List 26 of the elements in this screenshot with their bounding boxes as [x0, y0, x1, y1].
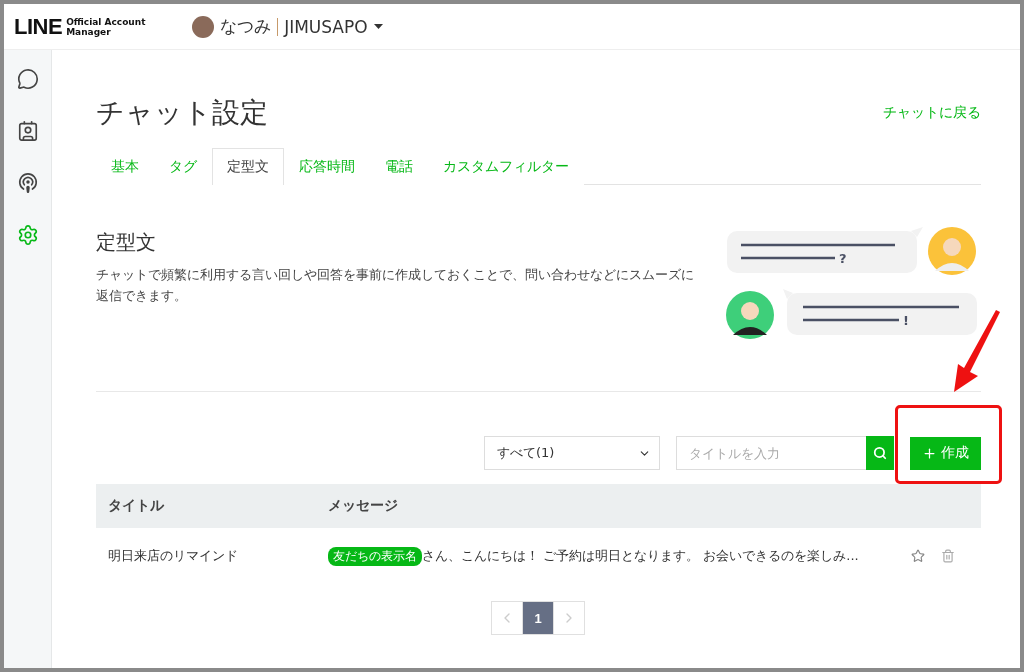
back-link[interactable]: チャットに戻る	[883, 104, 981, 122]
column-header: メッセージ	[327, 497, 399, 515]
logo-subtitle: Official Account Manager	[66, 16, 147, 37]
avatar	[192, 15, 215, 38]
account-id[interactable]: JIMUSAPO	[284, 16, 368, 37]
page-button[interactable]: 1	[522, 601, 554, 635]
page-title: チャット設定	[96, 95, 268, 131]
message-text: さん、こんにちは！ ご予約は明日となります。 お会いできるのを楽しみ...	[422, 547, 859, 565]
logo: LINE	[14, 13, 63, 40]
trash-icon[interactable]	[941, 549, 955, 563]
filter-dropdown[interactable]: すべて(1)	[484, 436, 660, 470]
star-icon[interactable]	[911, 549, 925, 563]
friend-name-tag: 友だちの表示名	[328, 546, 422, 566]
tab[interactable]: 定型文	[212, 148, 284, 185]
caret-icon[interactable]	[373, 24, 383, 29]
plus-icon	[922, 445, 937, 461]
section-description: チャットで頻繁に利用する言い回しや回答を事前に作成しておくことで、問い合わせなどにスムーズに返信できます。	[96, 266, 695, 305]
chat-illustration-drawing: ? !	[725, 227, 981, 347]
column-header: タイトル	[107, 497, 165, 515]
create-button[interactable]: 作成	[910, 436, 981, 470]
section-title: 定型文	[96, 229, 157, 256]
account-name[interactable]: なつみ	[220, 15, 272, 38]
search-icon	[873, 446, 887, 460]
title-search-field[interactable]: タイトルを入力	[676, 436, 866, 470]
table-cell-text: 明日来店のリマインド	[107, 547, 239, 565]
search-button[interactable]	[866, 436, 894, 470]
